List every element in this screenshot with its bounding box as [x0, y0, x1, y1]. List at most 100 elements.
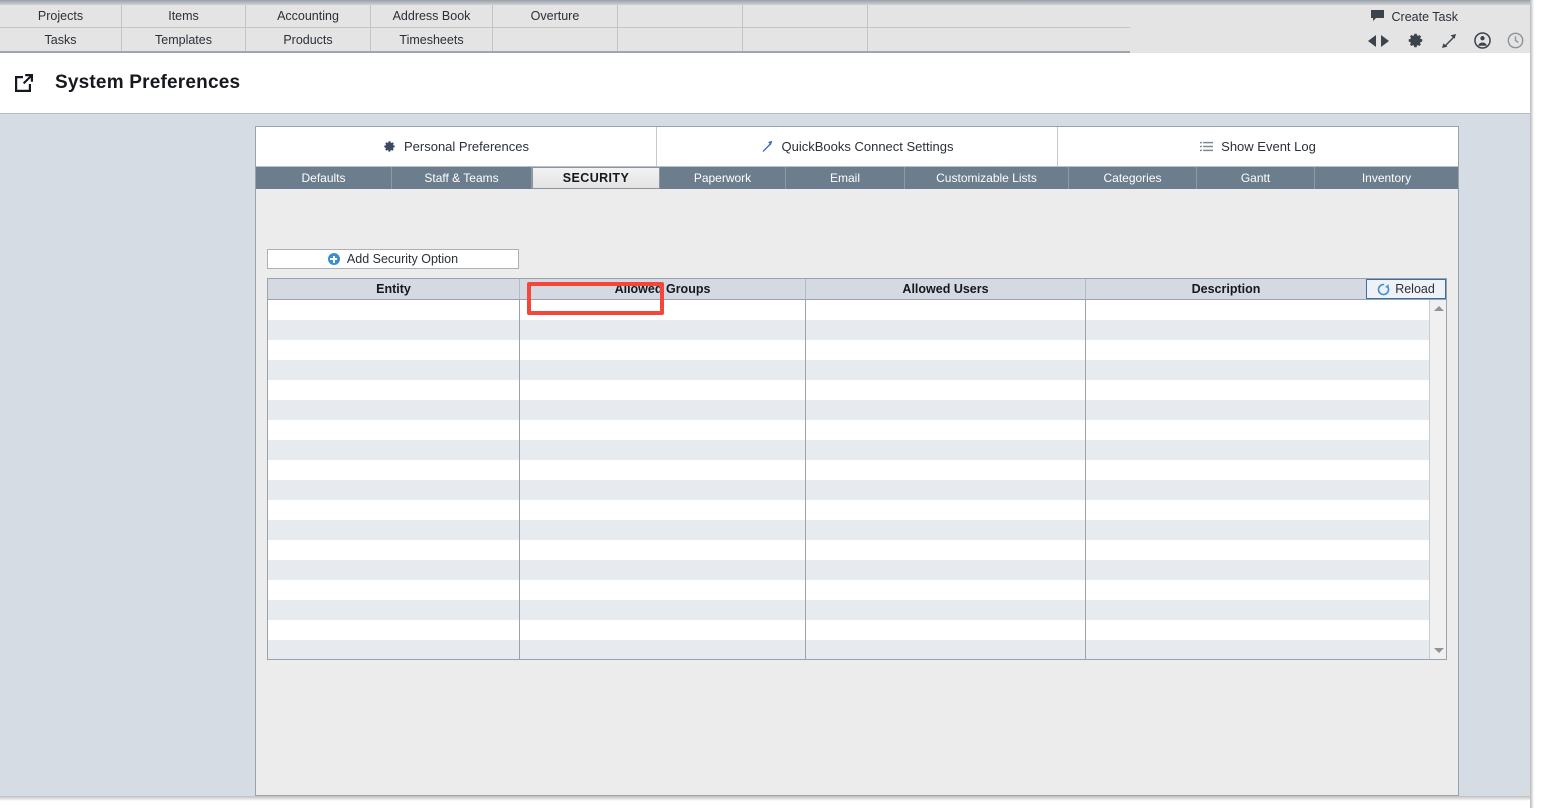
table-row[interactable] [268, 460, 1429, 480]
table-row[interactable] [268, 360, 1429, 380]
tab-customizable-lists[interactable]: Customizable Lists [905, 167, 1069, 189]
table-cell[interactable] [268, 400, 520, 420]
table-row[interactable] [268, 500, 1429, 520]
table-cell[interactable] [806, 460, 1086, 480]
gear-icon[interactable] [1407, 32, 1424, 49]
menu-item-empty-2[interactable] [743, 5, 868, 27]
table-cell[interactable] [268, 600, 520, 620]
table-row[interactable] [268, 320, 1429, 340]
clock-icon[interactable] [1507, 32, 1524, 49]
menu-item-projects[interactable]: Projects [0, 5, 122, 27]
table-cell[interactable] [268, 580, 520, 600]
table-row[interactable] [268, 440, 1429, 460]
table-cell[interactable] [806, 520, 1086, 540]
table-cell[interactable] [520, 500, 806, 520]
personal-preferences-button[interactable]: Personal Preferences [256, 127, 657, 166]
table-cell[interactable] [268, 360, 520, 380]
table-cell[interactable] [1086, 320, 1429, 340]
menu-item-address-book[interactable]: Address Book [371, 5, 493, 27]
table-cell[interactable] [268, 320, 520, 340]
open-external-icon[interactable] [13, 72, 35, 94]
table-cell[interactable] [806, 440, 1086, 460]
menu-item-empty-4[interactable] [618, 28, 743, 51]
table-row[interactable] [268, 480, 1429, 500]
table-cell[interactable] [268, 620, 520, 640]
table-cell[interactable] [806, 620, 1086, 640]
column-header-entity[interactable]: Entity [268, 279, 520, 299]
grid-vertical-scrollbar[interactable] [1429, 300, 1446, 659]
reload-button[interactable]: Reload [1366, 279, 1446, 299]
menu-item-accounting[interactable]: Accounting [246, 5, 371, 27]
table-cell[interactable] [520, 640, 806, 659]
table-cell[interactable] [520, 360, 806, 380]
tab-gantt[interactable]: Gantt [1197, 167, 1315, 189]
table-row[interactable] [268, 640, 1429, 659]
table-cell[interactable] [1086, 300, 1429, 320]
table-cell[interactable] [268, 460, 520, 480]
table-row[interactable] [268, 420, 1429, 440]
tab-staff-and-teams[interactable]: Staff & Teams [392, 167, 532, 189]
table-cell[interactable] [806, 600, 1086, 620]
table-cell[interactable] [1086, 400, 1429, 420]
table-row[interactable] [268, 600, 1429, 620]
table-cell[interactable] [520, 340, 806, 360]
table-cell[interactable] [520, 560, 806, 580]
tab-security[interactable]: SECURITY [532, 167, 660, 189]
table-cell[interactable] [520, 540, 806, 560]
table-row[interactable] [268, 520, 1429, 540]
table-cell[interactable] [1086, 580, 1429, 600]
table-cell[interactable] [1086, 460, 1429, 480]
table-cell[interactable] [268, 560, 520, 580]
table-cell[interactable] [520, 420, 806, 440]
table-cell[interactable] [268, 520, 520, 540]
table-cell[interactable] [1086, 360, 1429, 380]
tab-inventory[interactable]: Inventory [1315, 167, 1458, 189]
add-security-option-button[interactable]: Add Security Option [267, 249, 519, 269]
table-cell[interactable] [806, 380, 1086, 400]
back-forward-arrows-icon[interactable] [1367, 34, 1391, 48]
tab-email[interactable]: Email [786, 167, 905, 189]
table-cell[interactable] [268, 500, 520, 520]
table-cell[interactable] [1086, 420, 1429, 440]
menu-item-overture[interactable]: Overture [493, 5, 618, 27]
scroll-down-arrow-icon[interactable] [1430, 642, 1446, 659]
table-cell[interactable] [520, 400, 806, 420]
create-task-button[interactable]: Create Task [1370, 5, 1526, 28]
menu-item-tasks[interactable]: Tasks [0, 28, 122, 51]
table-cell[interactable] [268, 480, 520, 500]
menu-item-empty-5[interactable] [743, 28, 868, 51]
table-row[interactable] [268, 580, 1429, 600]
table-cell[interactable] [806, 580, 1086, 600]
table-cell[interactable] [1086, 480, 1429, 500]
table-row[interactable] [268, 400, 1429, 420]
show-event-log-button[interactable]: Show Event Log [1058, 127, 1458, 166]
table-cell[interactable] [806, 300, 1086, 320]
table-cell[interactable] [1086, 560, 1429, 580]
table-cell[interactable] [1086, 440, 1429, 460]
table-cell[interactable] [520, 600, 806, 620]
table-cell[interactable] [1086, 540, 1429, 560]
table-cell[interactable] [1086, 340, 1429, 360]
table-row[interactable] [268, 620, 1429, 640]
column-header-description[interactable]: Description [1086, 279, 1366, 299]
table-cell[interactable] [1086, 500, 1429, 520]
table-cell[interactable] [520, 440, 806, 460]
table-cell[interactable] [806, 400, 1086, 420]
table-cell[interactable] [806, 420, 1086, 440]
table-cell[interactable] [520, 620, 806, 640]
table-row[interactable] [268, 340, 1429, 360]
menu-item-templates[interactable]: Templates [122, 28, 246, 51]
quickbooks-connect-settings-button[interactable]: QuickBooks Connect Settings [657, 127, 1058, 166]
column-header-allowed-users[interactable]: Allowed Users [806, 279, 1086, 299]
table-cell[interactable] [1086, 620, 1429, 640]
tab-paperwork[interactable]: Paperwork [660, 167, 786, 189]
menu-item-timesheets[interactable]: Timesheets [371, 28, 493, 51]
table-cell[interactable] [806, 480, 1086, 500]
table-cell[interactable] [520, 300, 806, 320]
table-cell[interactable] [520, 480, 806, 500]
menu-item-items[interactable]: Items [122, 5, 246, 27]
table-cell[interactable] [806, 560, 1086, 580]
user-icon[interactable] [1474, 32, 1491, 49]
tab-defaults[interactable]: Defaults [256, 167, 392, 189]
table-cell[interactable] [268, 420, 520, 440]
